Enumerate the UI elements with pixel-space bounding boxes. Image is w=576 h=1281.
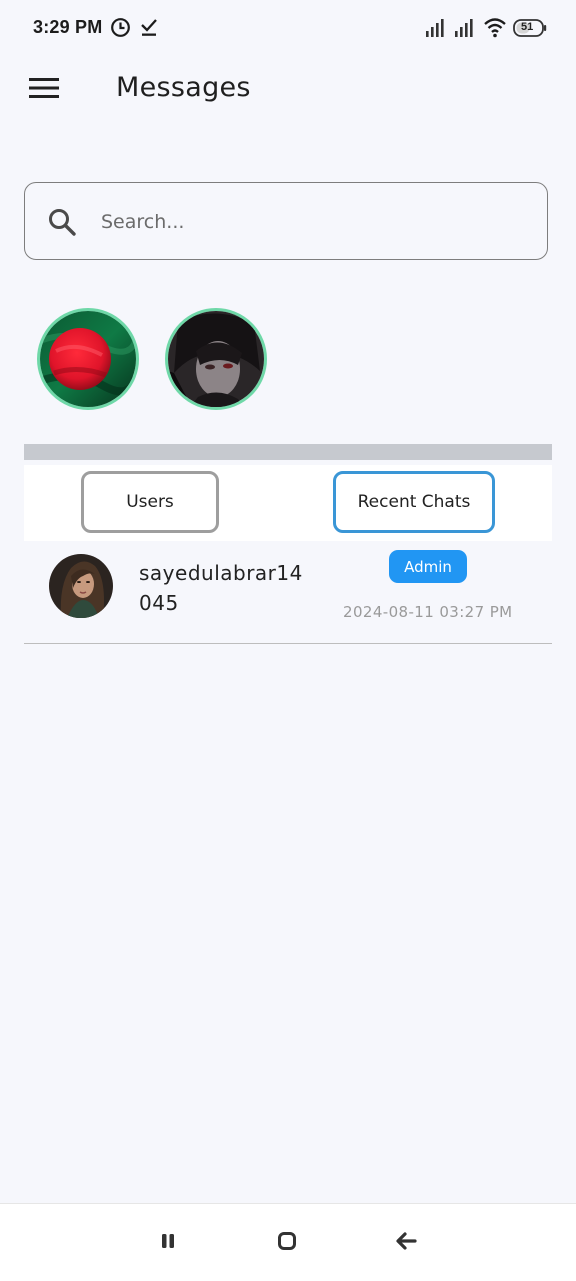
back-button[interactable] xyxy=(391,1228,421,1258)
back-arrow-icon xyxy=(395,1231,417,1256)
search-box[interactable] xyxy=(24,182,548,260)
section-divider xyxy=(24,444,552,460)
menu-button[interactable] xyxy=(20,70,68,110)
page-title: Messages xyxy=(116,72,251,103)
status-bar: 3:29 PM 51 xyxy=(0,0,576,56)
home-button[interactable] xyxy=(272,1228,302,1258)
search-icon xyxy=(47,207,77,242)
alarm-clock-icon xyxy=(110,17,131,43)
search-input[interactable] xyxy=(99,201,523,243)
hamburger-menu-icon xyxy=(28,76,60,105)
battery-level: 51 xyxy=(521,21,534,33)
chat-list-item[interactable]: sayedulabrar14045 Admin 2024-08-11 03:27… xyxy=(24,542,552,644)
system-nav-bar xyxy=(0,1203,576,1281)
recents-button[interactable] xyxy=(153,1228,183,1258)
story-avatar-anime[interactable] xyxy=(165,308,267,410)
chat-timestamp: 2024-08-11 03:27 PM xyxy=(343,603,513,621)
story-avatar-flag[interactable] xyxy=(37,308,139,410)
download-done-icon xyxy=(140,17,158,42)
status-badge: Admin xyxy=(389,550,467,583)
tab-recent-chats[interactable]: Recent Chats xyxy=(333,471,495,533)
chat-username: sayedulabrar14045 xyxy=(139,561,303,615)
wifi-icon xyxy=(483,16,507,43)
tab-panel: Users Recent Chats xyxy=(24,465,552,541)
signal-icon xyxy=(424,17,446,44)
tab-users[interactable]: Users xyxy=(81,471,219,533)
avatar xyxy=(49,554,113,618)
home-icon xyxy=(277,1231,297,1256)
signal-icon-2 xyxy=(453,17,475,44)
recents-icon xyxy=(159,1232,177,1255)
status-time: 3:29 PM xyxy=(33,17,103,37)
